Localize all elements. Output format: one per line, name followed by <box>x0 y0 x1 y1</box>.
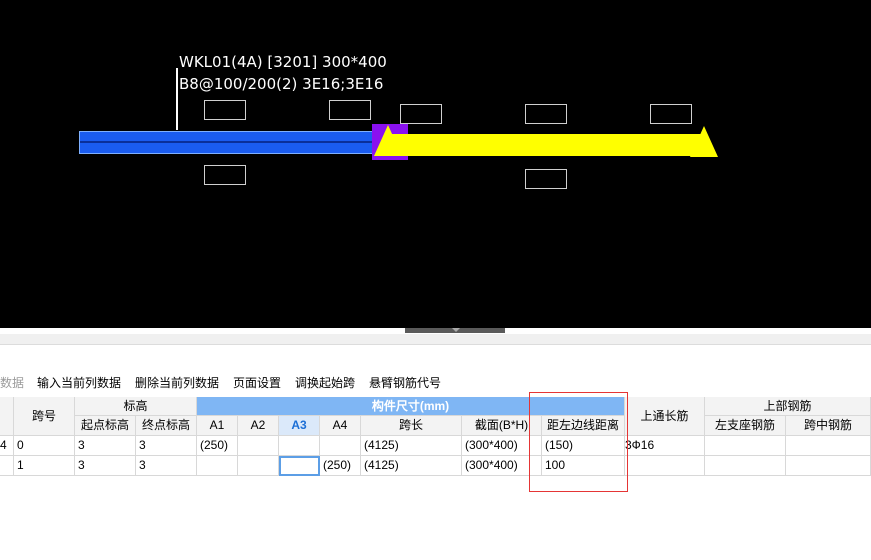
drawing-canvas[interactable] <box>0 0 871 328</box>
collapse-arrow-icon[interactable] <box>452 328 460 332</box>
cell-end-elev[interactable]: 3 <box>136 456 197 476</box>
canvas-input-box[interactable] <box>525 104 567 124</box>
label-leader-line <box>176 68 178 130</box>
cell-top-through[interactable]: 3Ф16 <box>625 436 705 456</box>
col-header-a2: A2 <box>238 416 279 436</box>
canvas-input-box[interactable] <box>329 100 371 120</box>
cell-left-distance[interactable]: (150) <box>542 436 625 456</box>
toolbar-data-button[interactable]: 数据 <box>0 374 24 391</box>
col-header-left-distance: 距左边线距离 <box>542 416 625 436</box>
cell-span-length[interactable]: (4125) <box>361 456 462 476</box>
cantilever-rebar-code-button[interactable]: 悬臂钢筋代号 <box>369 374 441 391</box>
cell-left-support[interactable] <box>705 436 786 456</box>
col-header-end-elev: 终点标高 <box>136 416 197 436</box>
cell-a1[interactable] <box>197 456 238 476</box>
cell-a4[interactable]: (250) <box>320 456 361 476</box>
row-lead-cell <box>0 456 14 476</box>
col-header-dimensions: 构件尺寸(mm) <box>197 397 625 416</box>
cell-a1[interactable]: (250) <box>197 436 238 456</box>
cell-a2[interactable] <box>238 456 279 476</box>
cell-a4[interactable] <box>320 436 361 456</box>
col-header-left-support: 左支座钢筋 <box>705 416 786 436</box>
col-header-a1: A1 <box>197 416 238 436</box>
col-header-top-through: 上通长筋 <box>625 397 705 436</box>
cell-a3-selected[interactable] <box>279 456 320 476</box>
row-lead-cell: 4 <box>0 436 14 456</box>
cell-span-no[interactable]: 0 <box>14 436 75 456</box>
cell-section[interactable]: (300*400) <box>462 456 542 476</box>
row-header-corner <box>0 397 14 436</box>
input-column-data-button[interactable]: 输入当前列数据 <box>37 374 121 391</box>
col-header-mid-span: 跨中钢筋 <box>786 416 871 436</box>
col-header-span-length: 跨长 <box>361 416 462 436</box>
col-header-section: 截面(B*H) <box>462 416 542 436</box>
canvas-input-box[interactable] <box>650 104 692 124</box>
col-header-elevation: 标高 <box>75 397 197 416</box>
span-table: 跨号 标高 构件尺寸(mm) 上通长筋 上部钢筋 起点标高 终点标高 A1 A2… <box>0 397 871 476</box>
swap-start-span-button[interactable]: 调换起始跨 <box>295 374 355 391</box>
col-header-top-rebar: 上部钢筋 <box>705 397 871 416</box>
panel-header-strip <box>0 334 871 345</box>
col-header-a3: A3 <box>279 416 320 436</box>
col-header-span-no: 跨号 <box>14 397 75 436</box>
cell-mid-span[interactable] <box>786 436 871 456</box>
cell-mid-span[interactable] <box>786 456 871 476</box>
beam-centerline <box>80 141 375 143</box>
cell-span-no[interactable]: 1 <box>14 456 75 476</box>
support-triangle-left <box>374 125 402 156</box>
col-header-a4: A4 <box>320 416 361 436</box>
canvas-input-box[interactable] <box>525 169 567 189</box>
cell-left-support[interactable] <box>705 456 786 476</box>
cell-a3[interactable] <box>279 436 320 456</box>
cell-section[interactable]: (300*400) <box>462 436 542 456</box>
canvas-input-box[interactable] <box>400 104 442 124</box>
canvas-input-box[interactable] <box>204 165 246 185</box>
beam-span-yellow[interactable] <box>388 134 702 156</box>
cell-start-elev[interactable]: 3 <box>75 436 136 456</box>
support-triangle-right <box>690 126 718 157</box>
delete-column-data-button[interactable]: 删除当前列数据 <box>135 374 219 391</box>
cell-left-distance[interactable]: 100 <box>542 456 625 476</box>
beam-label-line2: B8@100/200(2) 3E16;3E16 <box>179 75 384 93</box>
beam-label-line1: WKL01(4A) [3201] 300*400 <box>179 53 387 71</box>
cell-start-elev[interactable]: 3 <box>75 456 136 476</box>
page-setup-button[interactable]: 页面设置 <box>233 374 281 391</box>
col-header-start-elev: 起点标高 <box>75 416 136 436</box>
canvas-input-box[interactable] <box>204 100 246 120</box>
cell-top-through[interactable] <box>625 456 705 476</box>
cell-end-elev[interactable]: 3 <box>136 436 197 456</box>
cell-a2[interactable] <box>238 436 279 456</box>
cell-span-length[interactable]: (4125) <box>361 436 462 456</box>
